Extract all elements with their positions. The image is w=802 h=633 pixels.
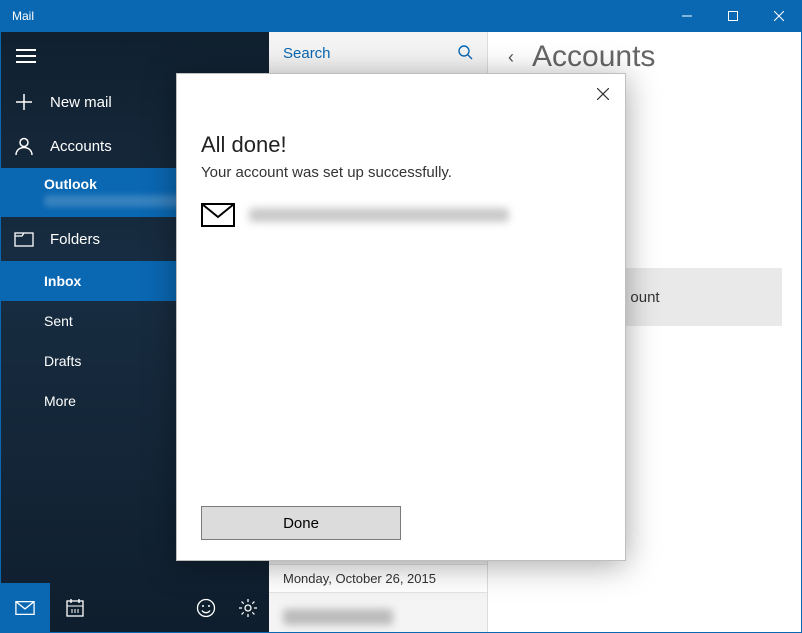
- dialog-account-row: [201, 203, 601, 227]
- back-button[interactable]: ‹: [508, 47, 514, 68]
- search-placeholder: Search: [283, 45, 331, 62]
- accounts-title: Accounts: [532, 40, 655, 74]
- folder-icon: [14, 229, 34, 249]
- window-controls: [664, 0, 802, 32]
- mail-icon: [15, 598, 35, 618]
- settings-button[interactable]: [227, 583, 269, 633]
- account-setup-dialog: All done! Your account was set up succes…: [176, 73, 626, 561]
- maximize-button[interactable]: [710, 0, 756, 32]
- titlebar: Mail: [0, 0, 802, 32]
- person-icon: [14, 136, 34, 156]
- minimize-button[interactable]: [664, 0, 710, 32]
- message-date-header: Monday, October 26, 2015: [269, 564, 487, 593]
- new-mail-label: New mail: [50, 94, 112, 111]
- bottom-bar: [0, 583, 269, 633]
- account-email-redacted: [44, 195, 194, 207]
- gear-icon: [238, 598, 258, 618]
- dialog-email-redacted: [249, 208, 509, 222]
- mail-icon: [201, 203, 235, 227]
- search-row[interactable]: Search: [269, 32, 487, 76]
- close-icon: [597, 88, 609, 100]
- calendar-icon: [65, 598, 85, 618]
- close-button[interactable]: [756, 0, 802, 32]
- dialog-close-button[interactable]: [591, 82, 615, 106]
- dialog-title: All done!: [201, 132, 601, 158]
- search-icon: [457, 44, 473, 64]
- smiley-icon: [196, 598, 216, 618]
- calendar-app-button[interactable]: [50, 583, 100, 633]
- window-title: Mail: [0, 9, 664, 23]
- message-sender-redacted: [283, 609, 393, 625]
- plus-icon: [14, 92, 34, 112]
- dialog-subtitle: Your account was set up successfully.: [201, 164, 601, 181]
- folders-label: Folders: [50, 231, 100, 248]
- feedback-button[interactable]: [185, 583, 227, 633]
- done-button[interactable]: Done: [201, 506, 401, 540]
- accounts-label: Accounts: [50, 138, 112, 155]
- mail-app-button[interactable]: [0, 583, 50, 633]
